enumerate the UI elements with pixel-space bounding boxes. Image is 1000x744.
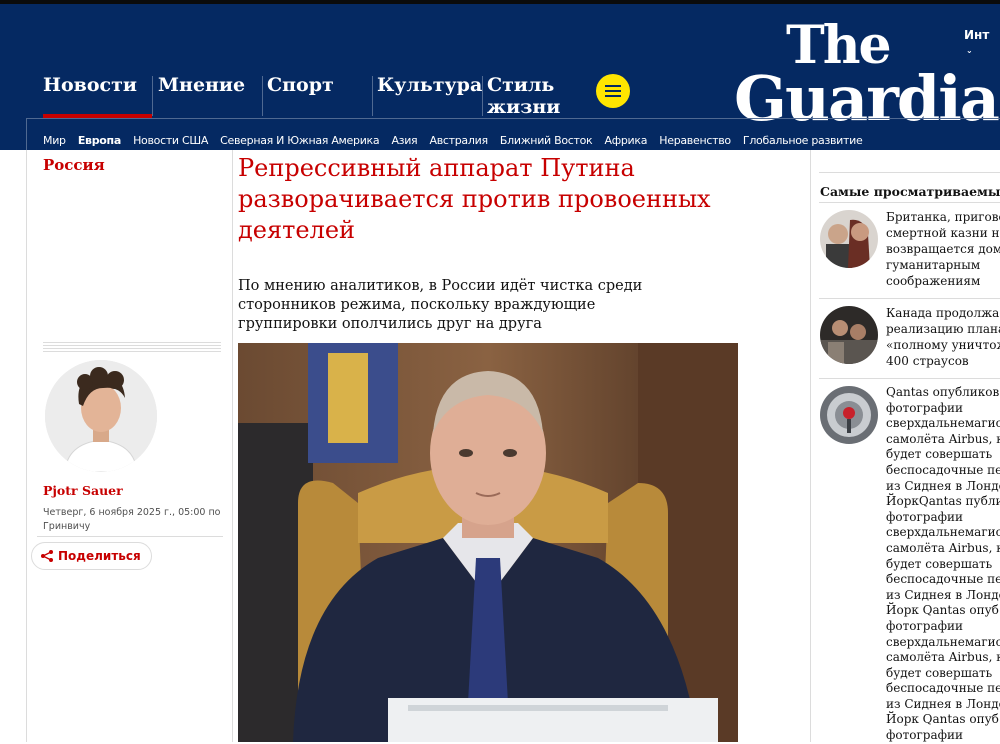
subnav-inequality[interactable]: Неравенство <box>659 134 731 147</box>
meta-divider <box>43 342 221 352</box>
most-viewed-thumbnail <box>820 386 878 444</box>
most-viewed-thumbnail <box>820 210 878 268</box>
most-viewed-item[interactable]: Qantas опубликов фотографии сверхдальнем… <box>819 378 1000 743</box>
section-label[interactable]: Россия <box>43 156 105 174</box>
menu-icon-line <box>605 90 621 92</box>
share-divider <box>37 536 223 537</box>
share-icon <box>41 550 53 562</box>
subnav-africa[interactable]: Африка <box>605 134 648 147</box>
author-avatar <box>45 360 157 472</box>
menu-icon-line <box>605 85 621 87</box>
most-viewed-item[interactable]: Канада продолжа реализацию плана «полном… <box>819 298 1000 381</box>
most-viewed-item[interactable]: Британка, пригово смертной казни на возв… <box>819 202 1000 297</box>
author-name[interactable]: Pjotr Sauer <box>43 483 123 498</box>
subnav-australia[interactable]: Австралия <box>429 134 488 147</box>
subnav-middle-east[interactable]: Ближний Восток <box>500 134 593 147</box>
menu-icon-line <box>605 95 621 97</box>
pillar-lifestyle[interactable]: Стиль жизни <box>487 74 567 118</box>
pillar-divider <box>372 76 373 116</box>
subnav-global-development[interactable]: Глобальное развитие <box>743 134 863 147</box>
share-label: Поделиться <box>58 549 141 563</box>
subnav-europe[interactable]: Европа <box>78 134 121 147</box>
most-viewed-divider <box>819 172 1000 177</box>
article-headline: Репрессивный аппарат Путина разворачивае… <box>238 154 711 244</box>
article-meta-column: Россия Pjotr Sauer Четверг, 6 ноября 202… <box>26 150 233 742</box>
guardian-logo[interactable]: The Guardian <box>734 20 1000 130</box>
subnav-us-news[interactable]: Новости США <box>133 134 208 147</box>
pillar-divider <box>262 76 263 116</box>
most-viewed-headline: Канада продолжа реализацию плана «полном… <box>886 306 1000 368</box>
article-main-image <box>238 343 738 742</box>
publish-date: Четверг, 6 ноября 2025 г., 05:00 по Грин… <box>43 507 221 532</box>
most-viewed-column: Самые просматриваемые Британка, пригово … <box>810 150 1000 742</box>
most-viewed-headline: Британка, пригово смертной казни на возв… <box>886 210 1000 288</box>
most-viewed-thumbnail <box>820 306 878 364</box>
most-viewed-title: Самые просматриваемые <box>820 184 1000 199</box>
most-viewed-headline: Qantas опубликов фотографии сверхдальнем… <box>886 385 1000 743</box>
pillar-sport[interactable]: Спорт <box>267 74 334 96</box>
pillar-culture[interactable]: Культура <box>377 74 482 96</box>
menu-button[interactable] <box>596 74 630 108</box>
pillar-divider <box>152 76 153 116</box>
subnav-asia[interactable]: Азия <box>391 134 417 147</box>
subnav-world[interactable]: Мир <box>43 134 66 147</box>
pillar-opinion[interactable]: Мнение <box>158 74 245 96</box>
subnav-americas[interactable]: Северная И Южная Америка <box>220 134 380 147</box>
site-header: Новости Мнение Спорт Культура Стиль жизн… <box>0 0 1000 154</box>
article-standfirst: По мнению аналитиков, в России идёт чист… <box>238 278 643 332</box>
share-button[interactable]: Поделиться <box>31 542 152 570</box>
pillar-news[interactable]: Новости <box>43 74 137 96</box>
pillar-divider <box>482 76 483 116</box>
sub-navigation: Мир Европа Новости США Северная И Южная … <box>26 118 1000 154</box>
